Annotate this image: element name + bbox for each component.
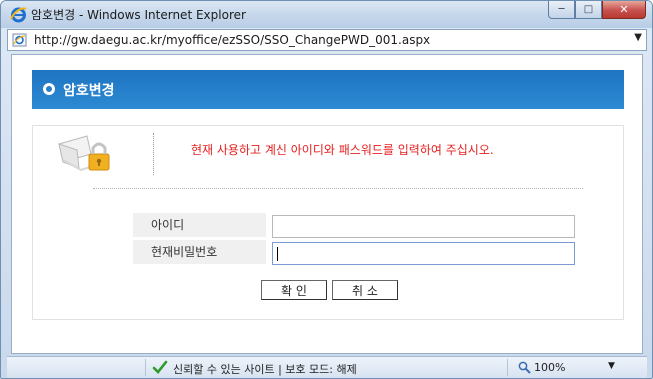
minimize-icon: ─ <box>558 4 565 15</box>
maximize-icon: □ <box>583 4 594 15</box>
password-change-panel: 현재 사용하고 계신 아이디와 패스워드를 입력하여 주십시오. 아이디 현재비… <box>32 125 624 320</box>
text-caret <box>277 247 278 261</box>
id-label: 아이디 <box>133 213 266 237</box>
zoom-level[interactable]: 100% <box>534 361 565 374</box>
id-row: 아이디 <box>133 213 583 238</box>
id-input[interactable] <box>272 215 575 238</box>
confirm-button[interactable]: 확 인 <box>261 280 327 300</box>
notice-text: 현재 사용하고 계신 아이디와 패스워드를 입력하여 주십시오. <box>191 143 494 157</box>
page-header: 암호변경 <box>32 70 624 109</box>
horizontal-divider <box>93 188 583 189</box>
page-content: 암호변경 현재 사용하고 계신 아이디와 패스워드를 입력하여 주십시오. 아이… <box>11 54 643 354</box>
status-divider <box>507 359 508 376</box>
close-icon: ✕ <box>619 3 629 16</box>
address-url[interactable]: http://gw.daegu.ac.kr/myoffice/ezSSO/SSO… <box>34 33 430 47</box>
maximize-button[interactable]: □ <box>575 1 602 19</box>
page-icon <box>12 33 27 47</box>
dropdown-arrow-icon[interactable]: ▼ <box>634 32 642 43</box>
password-row: 현재비밀번호 <box>133 240 583 265</box>
vertical-divider <box>153 133 154 175</box>
circle-bullet-icon <box>43 83 55 95</box>
caption-buttons: ─ □ ✕ <box>548 1 646 20</box>
title-bar[interactable]: 암호변경 - Windows Internet Explorer ─ □ ✕ <box>1 1 652 28</box>
status-divider <box>145 359 146 376</box>
address-bar[interactable]: http://gw.daegu.ac.kr/myoffice/ezSSO/SSO… <box>7 29 647 51</box>
cancel-button[interactable]: 취 소 <box>332 280 398 300</box>
browser-window: 암호변경 - Windows Internet Explorer ─ □ ✕ h… <box>0 0 653 379</box>
security-status[interactable]: 신뢰할 수 있는 사이트 | 보호 모드: 해제 <box>173 361 357 377</box>
check-icon <box>152 360 168 374</box>
password-input[interactable] <box>272 242 575 265</box>
minimize-button[interactable]: ─ <box>548 1 575 19</box>
password-label: 현재비밀번호 <box>133 240 266 264</box>
internet-explorer-icon <box>10 7 27 23</box>
zoom-dropdown-icon[interactable]: ▼ <box>608 361 615 371</box>
close-button[interactable]: ✕ <box>602 1 646 19</box>
page-title: 암호변경 <box>63 83 115 99</box>
lock-icon <box>58 135 110 172</box>
zoom-icon <box>518 361 531 374</box>
window-title: 암호변경 - Windows Internet Explorer <box>31 8 246 22</box>
status-bar: 신뢰할 수 있는 사이트 | 보호 모드: 해제 100% ▼ <box>7 356 647 378</box>
